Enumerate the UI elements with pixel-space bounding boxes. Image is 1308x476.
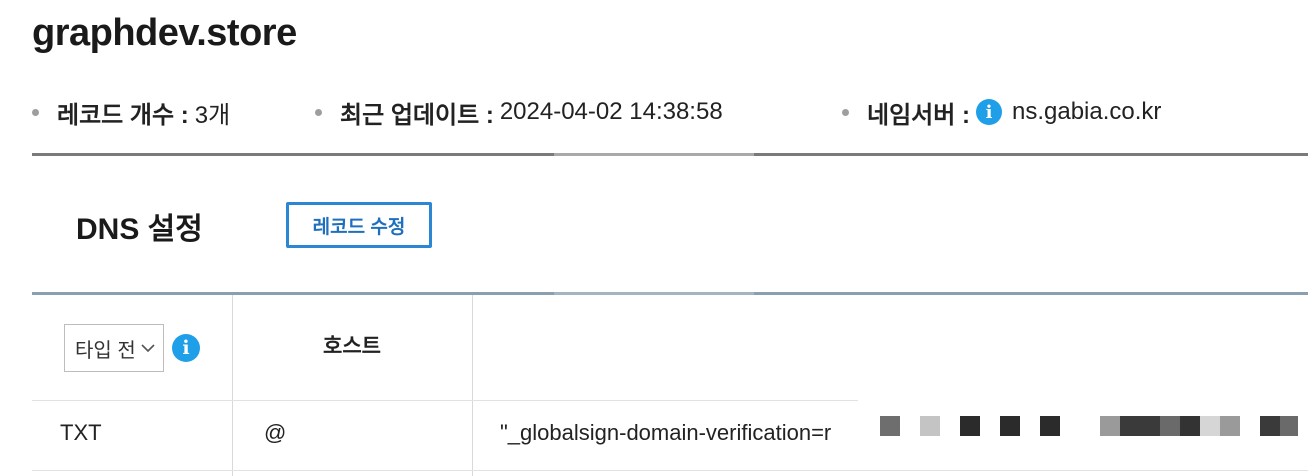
updated-label: 최근 업데이트 :	[340, 101, 494, 129]
domain-summary: 레코드 개수 : 3개 최근 업데이트 : 2024-04-02 14:38:5…	[32, 92, 1308, 132]
record-count-value: 3개	[194, 101, 231, 129]
updated-item: 최근 업데이트 : 2024-04-02 14:38:58	[315, 92, 723, 132]
nameserver-label: 네임서버 :	[867, 101, 970, 129]
type-info-button[interactable]: i	[172, 334, 200, 362]
record-count-label: 레코드 개수 :	[57, 101, 189, 129]
domain-title: graphdev.store	[32, 12, 297, 54]
record-type-cell: TXT	[60, 420, 102, 445]
record-host-cell: @	[264, 420, 287, 445]
column-divider	[232, 295, 233, 476]
column-divider	[472, 295, 473, 476]
redacted-area	[858, 376, 1308, 476]
info-icon[interactable]: i	[975, 99, 1002, 125]
table-border-accent	[554, 292, 754, 295]
bullet-icon	[315, 108, 322, 116]
table-top-border	[32, 292, 1308, 295]
bullet-icon	[842, 108, 849, 116]
chevron-down-icon	[141, 344, 155, 353]
updated-value: 2024-04-02 14:38:58	[499, 98, 723, 125]
dns-section-title: DNS 설정	[76, 213, 203, 246]
nameserver-value: ns.gabia.co.kr	[1011, 98, 1162, 125]
edit-records-button[interactable]: 레코드 수정	[286, 202, 432, 248]
summary-divider	[32, 153, 1308, 156]
record-value-cell: "_globalsign-domain-verification=r	[500, 420, 832, 445]
record-type-select[interactable]: 타입 전	[64, 324, 164, 372]
nameserver-item: 네임서버 : i ns.gabia.co.kr	[842, 92, 1161, 132]
row-divider	[32, 470, 858, 471]
row-divider	[858, 470, 1308, 471]
divider-accent	[554, 153, 754, 156]
header-row-divider	[32, 400, 858, 401]
record-count-item: 레코드 개수 : 3개	[32, 92, 230, 132]
info-icon: i	[172, 334, 200, 362]
host-column-header: 호스트	[323, 335, 381, 358]
record-type-select-value: 타입 전	[75, 339, 136, 362]
bullet-icon	[32, 108, 39, 116]
